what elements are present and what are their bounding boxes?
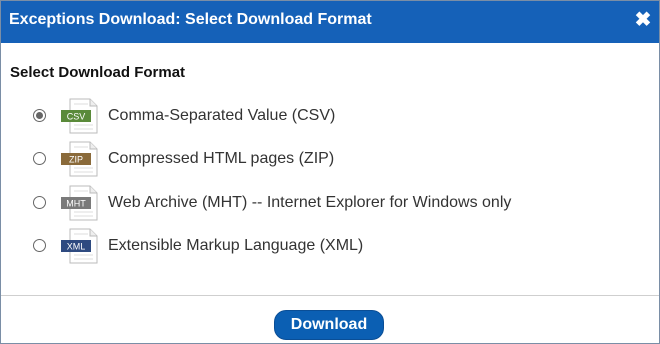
csv-badge: CSV bbox=[67, 112, 86, 122]
mht-badge: MHT bbox=[66, 199, 86, 209]
close-icon[interactable]: ✖ bbox=[633, 10, 653, 30]
footer-divider bbox=[1, 295, 659, 296]
option-zip[interactable]: ZIP Compressed HTML pages (ZIP) bbox=[31, 141, 591, 179]
option-label-mht: Web Archive (MHT) -- Internet Explorer f… bbox=[108, 194, 512, 211]
download-button[interactable]: Download bbox=[274, 310, 384, 340]
option-csv[interactable]: CSV Comma-Separated Value (CSV) bbox=[31, 98, 591, 136]
zip-badge: ZIP bbox=[69, 155, 83, 165]
zip-file-icon: ZIP bbox=[61, 141, 98, 177]
dialog-titlebar: Exceptions Download: Select Download For… bbox=[1, 1, 659, 43]
radio-csv[interactable] bbox=[33, 109, 46, 122]
radio-mht[interactable] bbox=[33, 196, 46, 209]
csv-file-icon: CSV bbox=[61, 98, 98, 134]
mht-file-icon: MHT bbox=[61, 185, 98, 221]
option-label-xml: Extensible Markup Language (XML) bbox=[108, 237, 364, 254]
option-label-zip: Compressed HTML pages (ZIP) bbox=[108, 150, 335, 167]
xml-file-icon: XML bbox=[61, 228, 98, 264]
xml-badge: XML bbox=[67, 242, 86, 252]
option-xml[interactable]: XML Extensible Markup Language (XML) bbox=[31, 228, 591, 266]
option-label-csv: Comma-Separated Value (CSV) bbox=[108, 107, 336, 124]
option-mht[interactable]: MHT Web Archive (MHT) -- Internet Explor… bbox=[31, 185, 591, 223]
download-format-dialog: Exceptions Download: Select Download For… bbox=[0, 0, 660, 344]
section-title: Select Download Format bbox=[10, 64, 186, 81]
radio-zip[interactable] bbox=[33, 152, 46, 165]
dialog-title: Exceptions Download: Select Download For… bbox=[9, 11, 372, 28]
radio-xml[interactable] bbox=[33, 239, 46, 252]
